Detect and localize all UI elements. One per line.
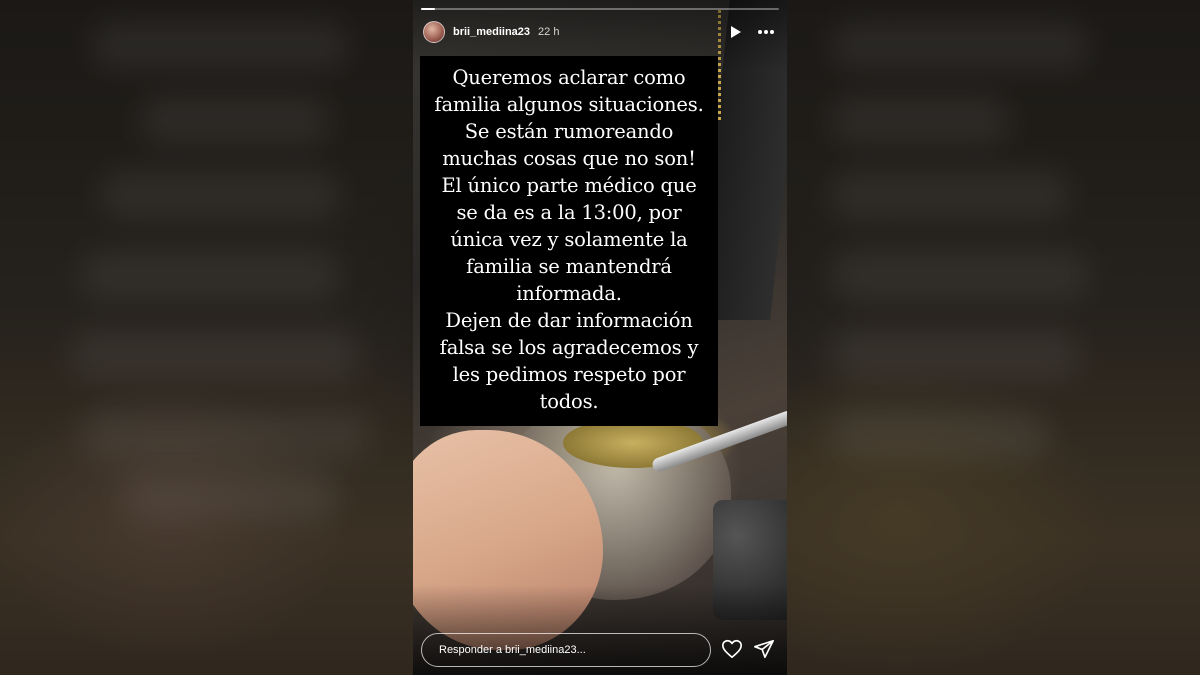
play-button[interactable] (725, 21, 747, 43)
story-header: brii_mediina23 22 h (423, 20, 777, 44)
username[interactable]: brii_mediina23 (453, 26, 530, 38)
story-text-line: Se están rumoreando (464, 120, 674, 143)
send-button[interactable] (753, 638, 775, 660)
story-text-overlay: Queremos aclarar como familia algunos sit… (420, 56, 718, 426)
story-text-line: les pedimos respeto por (452, 363, 686, 386)
story-viewer: brii_mediina23 22 h Queremos aclarar com… (0, 0, 1200, 675)
like-button[interactable] (721, 638, 743, 660)
story-card[interactable]: brii_mediina23 22 h Queremos aclarar com… (413, 0, 787, 675)
timestamp: 22 h (538, 26, 560, 38)
story-text-line: informada. (516, 282, 622, 305)
story-progress-bar (421, 8, 779, 10)
more-horizontal-icon (758, 30, 774, 34)
story-text-line: muchas cosas que no son! (442, 147, 696, 170)
avatar[interactable] (423, 21, 445, 43)
story-text-line: familia se mantendrá (466, 255, 672, 278)
story-progress-fill (421, 8, 436, 10)
more-options-button[interactable] (755, 21, 777, 43)
reply-input[interactable] (437, 643, 710, 657)
heart-icon (722, 639, 742, 659)
story-text-line: El único parte médico que (441, 174, 697, 197)
story-text-line: se da es a la 13:00, por (456, 201, 682, 224)
story-text-line: única vez y solamente la (450, 228, 688, 251)
send-icon (754, 639, 774, 659)
story-text-line: todos. (539, 390, 599, 413)
play-icon (731, 26, 741, 38)
story-text-line: Queremos aclarar como (452, 66, 686, 89)
story-text-line: familia algunos situaciones. (434, 93, 704, 116)
reply-field[interactable] (421, 633, 711, 667)
story-text-line: falsa se los agradecemos y (439, 336, 699, 359)
story-text-line: Dejen de dar información (445, 309, 693, 332)
